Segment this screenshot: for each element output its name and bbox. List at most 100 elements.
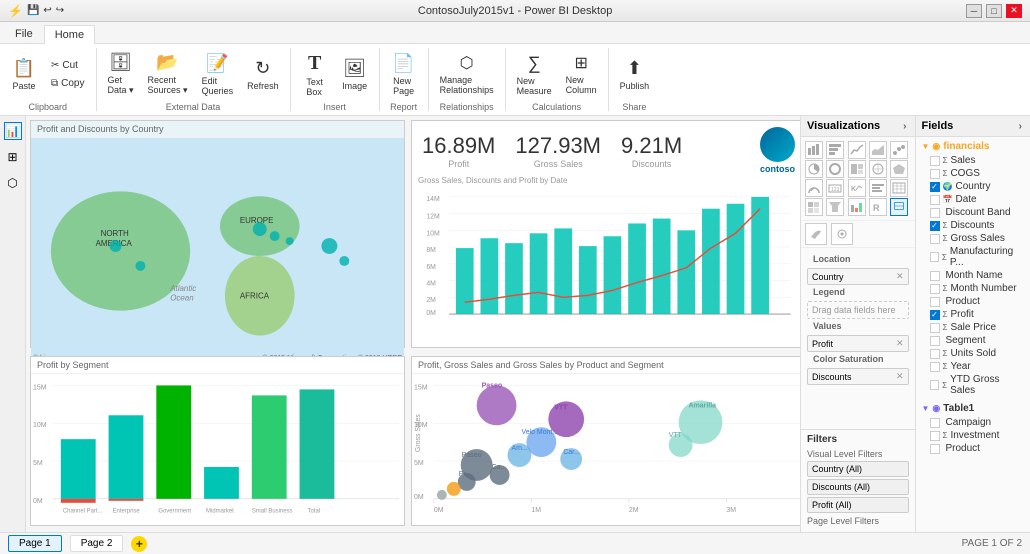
- viz-color-x[interactable]: ✕: [896, 371, 904, 382]
- viz-location-x[interactable]: ✕: [896, 271, 904, 282]
- new-measure-button[interactable]: ∑ NewMeasure: [512, 48, 557, 100]
- paste-button[interactable]: 📋 Paste: [6, 48, 42, 100]
- bar-chart[interactable]: Profit by Segment 15M 10M 5M 0M: [30, 356, 405, 526]
- field-month-number-check[interactable]: [930, 284, 940, 294]
- viz-icon-custom[interactable]: [890, 198, 908, 216]
- field-manufacturing[interactable]: Σ Manufacturing P...: [916, 245, 1030, 269]
- viz-icon-matrix[interactable]: [805, 198, 823, 216]
- field-units-sold[interactable]: Σ Units Sold: [916, 347, 1030, 360]
- publish-button[interactable]: ⬆ Publish: [615, 48, 655, 100]
- filter-discounts[interactable]: Discounts (All): [807, 479, 909, 495]
- bubble-chart[interactable]: Profit, Gross Sales and Gross Sales by P…: [411, 356, 800, 526]
- get-data-button[interactable]: 🗄 GetData ▾: [103, 48, 139, 100]
- viz-icon-r-script[interactable]: R: [869, 198, 887, 216]
- maximize-button[interactable]: □: [986, 4, 1002, 18]
- canvas-area[interactable]: Profit and Discounts by Country NORTH AM…: [26, 116, 800, 532]
- minimize-button[interactable]: ─: [966, 4, 982, 18]
- close-button[interactable]: ✕: [1006, 4, 1022, 18]
- viz-location-field[interactable]: Country ✕: [807, 268, 909, 285]
- viz-icon-kpi[interactable]: K: [848, 179, 866, 197]
- field-discount-band-check[interactable]: [930, 208, 940, 218]
- field-sale-price-check[interactable]: [930, 323, 940, 333]
- field-segment-check[interactable]: [930, 336, 940, 346]
- map-chart[interactable]: Profit and Discounts by Country NORTH AM…: [30, 120, 405, 348]
- viz-icon-analytics[interactable]: [831, 223, 853, 245]
- field-ytd-gross-sales[interactable]: Σ YTD Gross Sales: [916, 373, 1030, 397]
- viz-icon-slicer[interactable]: [869, 179, 887, 197]
- viz-icon-map[interactable]: [869, 160, 887, 178]
- field-gross-sales-check[interactable]: [930, 234, 940, 244]
- field-campaign[interactable]: Campaign: [916, 416, 1030, 429]
- field-month-number[interactable]: Σ Month Number: [916, 282, 1030, 295]
- edit-queries-button[interactable]: 📝 EditQueries: [197, 48, 239, 100]
- copy-button[interactable]: ⧉ Copy: [46, 75, 90, 92]
- field-year[interactable]: Σ Year: [916, 360, 1030, 373]
- line-chart[interactable]: 16.89M Profit 127.93M Gross Sales 9.21M …: [411, 120, 800, 348]
- viz-icon-format[interactable]: [805, 223, 827, 245]
- fields-group-financials-header[interactable]: ▼ ◉ financials: [916, 139, 1030, 154]
- field-discounts[interactable]: ✓ Σ Discounts: [916, 219, 1030, 232]
- quick-access-undo[interactable]: ↩: [43, 5, 51, 16]
- viz-icon-line[interactable]: [848, 141, 866, 159]
- field-year-check[interactable]: [930, 362, 940, 372]
- field-profit[interactable]: ✓ Σ Profit: [916, 308, 1030, 321]
- text-box-button[interactable]: T TextBox: [297, 48, 333, 100]
- viz-icon-donut[interactable]: [826, 160, 844, 178]
- viz-color-field[interactable]: Discounts ✕: [807, 368, 909, 385]
- viz-icon-column[interactable]: [826, 141, 844, 159]
- model-view-icon[interactable]: ⬡: [4, 174, 22, 192]
- field-country-check[interactable]: ✓: [930, 182, 940, 192]
- viz-icon-bar[interactable]: [805, 141, 823, 159]
- field-cogs-check[interactable]: [930, 169, 940, 179]
- field-product-check[interactable]: [930, 297, 940, 307]
- tab-home[interactable]: Home: [44, 25, 95, 44]
- field-campaign-check[interactable]: [930, 418, 940, 428]
- refresh-button[interactable]: ↻ Refresh: [242, 48, 284, 100]
- add-page-button[interactable]: +: [131, 536, 147, 552]
- data-view-icon[interactable]: ⊞: [4, 148, 22, 166]
- viz-icon-card[interactable]: 123: [826, 179, 844, 197]
- quick-access-redo[interactable]: ↪: [56, 5, 64, 16]
- field-sale-price[interactable]: Σ Sale Price: [916, 321, 1030, 334]
- field-units-sold-check[interactable]: [930, 349, 940, 359]
- report-view-icon[interactable]: 📊: [4, 122, 22, 140]
- viz-icon-funnel[interactable]: [826, 198, 844, 216]
- viz-values-field[interactable]: Profit ✕: [807, 335, 909, 352]
- cut-button[interactable]: ✂ Cut: [46, 57, 90, 74]
- filter-profit[interactable]: Profit (All): [807, 497, 909, 513]
- field-investment-check[interactable]: [930, 431, 940, 441]
- viz-icon-pie[interactable]: [805, 160, 823, 178]
- field-date[interactable]: 📅 Date: [916, 193, 1030, 206]
- fields-group-table1-header[interactable]: ▼ ◉ Table1: [916, 401, 1030, 416]
- field-date-check[interactable]: [930, 195, 940, 205]
- viz-values-x[interactable]: ✕: [896, 338, 904, 349]
- field-country[interactable]: ✓ 🌍 Country: [916, 180, 1030, 193]
- viz-icon-table[interactable]: [890, 179, 908, 197]
- viz-legend-dropzone[interactable]: Drag data fields here: [807, 301, 909, 319]
- viz-icon-scatter[interactable]: [890, 141, 908, 159]
- viz-icon-filled-map[interactable]: [890, 160, 908, 178]
- new-page-button[interactable]: 📄 NewPage: [386, 48, 422, 100]
- manage-relationships-button[interactable]: ⬡ ManageRelationships: [435, 48, 499, 100]
- page-2-tab[interactable]: Page 2: [70, 535, 124, 552]
- field-sales-check[interactable]: [930, 156, 940, 166]
- field-investment[interactable]: Σ Investment: [916, 429, 1030, 442]
- viz-icon-waterfall[interactable]: [848, 198, 866, 216]
- field-manufacturing-check[interactable]: [930, 252, 939, 262]
- field-sales[interactable]: Σ Sales: [916, 154, 1030, 167]
- field-gross-sales[interactable]: Σ Gross Sales: [916, 232, 1030, 245]
- fields-collapse-btn[interactable]: ›: [1017, 121, 1024, 132]
- field-cogs[interactable]: Σ COGS: [916, 167, 1030, 180]
- page-1-tab[interactable]: Page 1: [8, 535, 62, 552]
- quick-access-save[interactable]: 💾: [27, 5, 39, 16]
- filter-country[interactable]: Country (All): [807, 461, 909, 477]
- field-profit-check[interactable]: ✓: [930, 310, 940, 320]
- field-product[interactable]: Product: [916, 295, 1030, 308]
- tab-file[interactable]: File: [4, 24, 44, 43]
- field-product-table1-check[interactable]: [930, 444, 940, 454]
- viz-icon-treemap[interactable]: [848, 160, 866, 178]
- viz-collapse-btn[interactable]: ›: [901, 121, 908, 132]
- field-ytd-check[interactable]: [930, 380, 940, 390]
- field-discount-band[interactable]: Discount Band: [916, 206, 1030, 219]
- viz-icon-area[interactable]: [869, 141, 887, 159]
